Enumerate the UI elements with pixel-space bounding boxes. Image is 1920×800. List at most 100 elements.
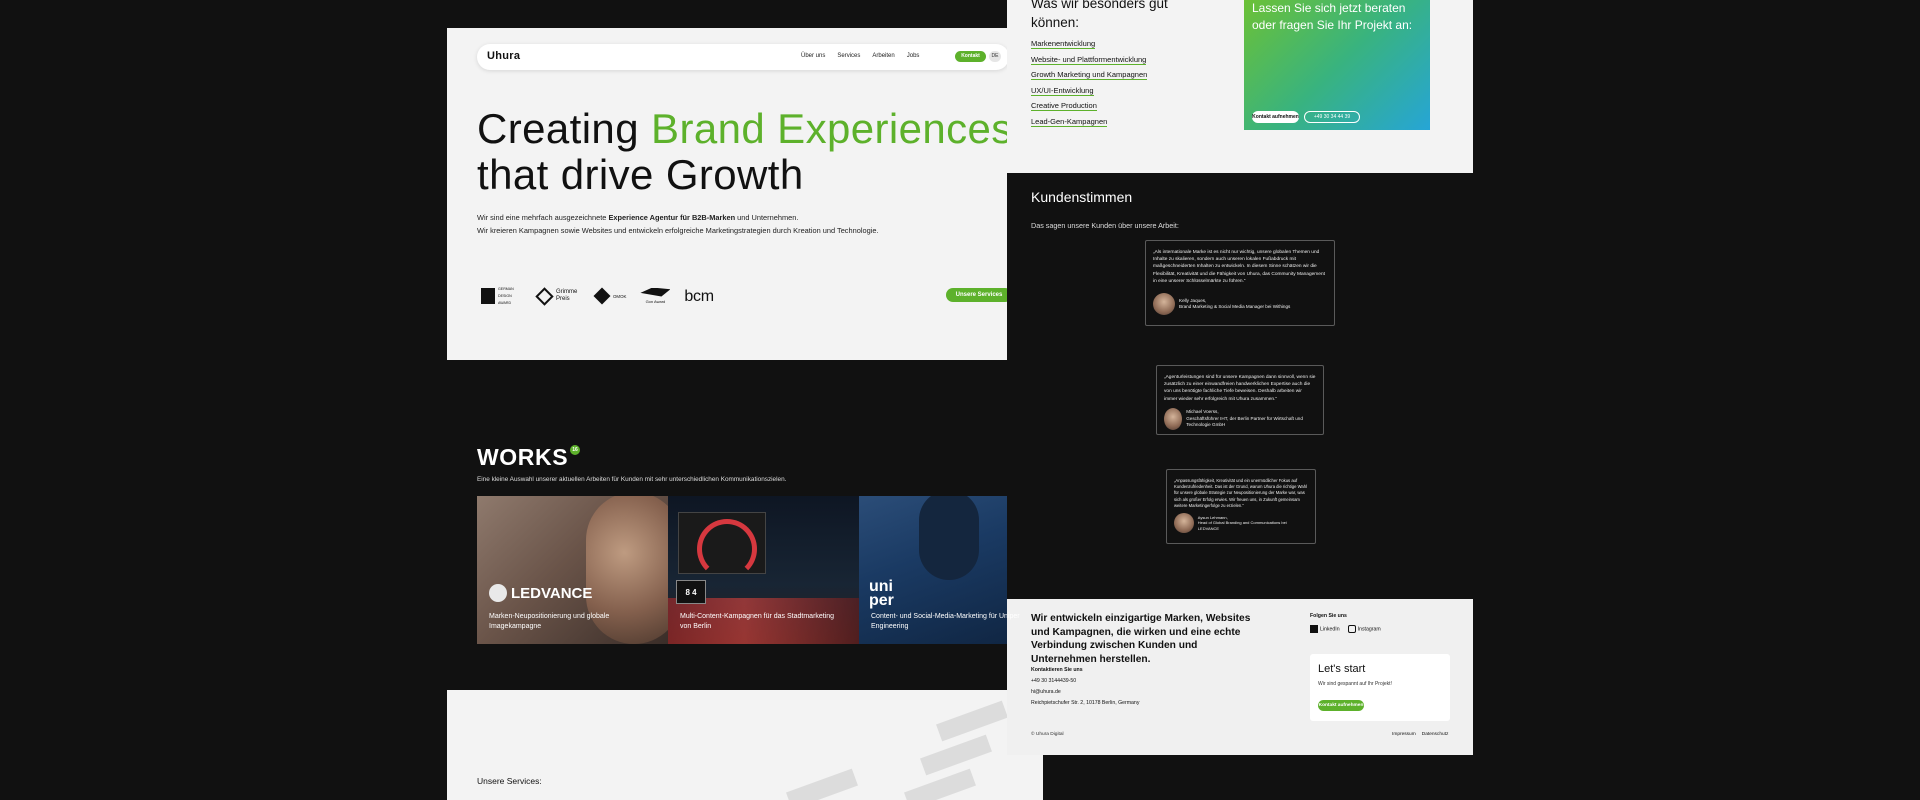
award-label: OMOK bbox=[613, 293, 627, 299]
nav-contact-button[interactable]: Kontakt bbox=[955, 51, 986, 62]
award-label: GERMAN DESIGN AWARD bbox=[498, 286, 514, 305]
linkedin-label: LinkedIn bbox=[1320, 626, 1340, 633]
testimonial-author: Kelly Jaques, Brand Marketing & Social Me… bbox=[1153, 293, 1327, 316]
instagram-label: Instagram bbox=[1357, 626, 1381, 633]
works-section: WORKS 16 Eine kleine Auswahl unserer akt… bbox=[447, 360, 1043, 690]
award-grimme: Grimme Preis bbox=[535, 286, 582, 306]
instagram-icon bbox=[1347, 625, 1356, 633]
headline-part-1: Creating bbox=[477, 105, 652, 152]
author-name: Aysun Lehmann, bbox=[1197, 514, 1228, 520]
privacy-link[interactable]: Datenschutz bbox=[1422, 732, 1449, 737]
testimonial-quote: „Als internationale Marke ist es nicht n… bbox=[1153, 250, 1325, 284]
author-role: Head of Global Branding and Communicatio… bbox=[1197, 520, 1287, 531]
intro-text-b: und Unternehmen. bbox=[735, 213, 799, 222]
testimonials-section: Kundenstimmen Das sagen unsere Kunden üb… bbox=[1007, 173, 1473, 599]
works-title: WORKS bbox=[477, 444, 569, 470]
award-logos: GERMAN DESIGN AWARD Grimme Preis OMOK Go… bbox=[481, 283, 714, 309]
capability-item[interactable]: Creative Production bbox=[1031, 98, 1147, 114]
contact-title: Kontaktieren Sie uns bbox=[1031, 667, 1083, 673]
award-german-design: GERMAN DESIGN AWARD bbox=[481, 286, 524, 307]
capabilities-title-2: können: bbox=[1031, 15, 1080, 30]
works-subtitle: Eine kleine Auswahl unserer aktuellen Ar… bbox=[477, 476, 787, 483]
ledvance-dot-icon bbox=[489, 584, 507, 602]
author-role: Geschäftsführer IHT, der Berlin Partner … bbox=[1186, 415, 1303, 428]
linkedin-link[interactable]: LinkedIn bbox=[1310, 625, 1340, 633]
testimonial-quote: „Anpassungsfähigkeit, Kreativität und ei… bbox=[1174, 478, 1307, 508]
testimonial-card: „Agenturleistungen sind für unsere Kampa… bbox=[1156, 365, 1324, 435]
capability-item[interactable]: Lead-Gen-Kampagnen bbox=[1031, 114, 1147, 130]
avatar bbox=[1153, 293, 1175, 316]
capability-item[interactable]: Markenentwicklung bbox=[1031, 36, 1147, 52]
work-card-caption: Marken-Neupositionierung und globale Ima… bbox=[489, 613, 610, 630]
lets-start-title: Let's start bbox=[1318, 663, 1366, 675]
author-role: Brand Marketing & Social Media Manager b… bbox=[1179, 304, 1291, 310]
lets-start-subtitle: Wir sind gespannt auf Ihr Projekt! bbox=[1318, 681, 1392, 687]
capability-item[interactable]: UX/UI-Entwicklung bbox=[1031, 83, 1147, 99]
language-switch[interactable]: DE bbox=[989, 51, 1001, 62]
nav-link-services[interactable]: Services bbox=[837, 53, 860, 59]
award-label: Gon Award bbox=[645, 298, 666, 304]
decorative-stripe bbox=[904, 768, 976, 800]
capabilities-list: Markenentwicklung Website- und Plattform… bbox=[1031, 36, 1148, 130]
work-card-ledvance[interactable]: LEDVANCE Marken-Neupositionierung und gl… bbox=[477, 496, 668, 644]
testimonials-title: Kundenstimmen bbox=[1031, 189, 1133, 205]
works-count-badge: 16 bbox=[570, 445, 580, 455]
services-button[interactable]: Unsere Services bbox=[946, 288, 1012, 302]
legal-links: Impressum Datenschutz bbox=[1392, 732, 1448, 737]
nav-links: Über uns Services Arbeiten Jobs bbox=[801, 53, 919, 59]
brand-logo[interactable]: Uhura bbox=[487, 50, 520, 62]
award-omok: OMOK bbox=[593, 287, 627, 305]
contact-email[interactable]: hi@uhura.de bbox=[1031, 689, 1061, 695]
hero-section: Uhura Über uns Services Arbeiten Jobs Ko… bbox=[447, 28, 1043, 360]
intro-text-bold: Experience Agentur für B2B-Marken bbox=[608, 213, 736, 222]
capability-label: UX/UI-Entwicklung bbox=[1031, 85, 1094, 96]
instagram-link[interactable]: Instagram bbox=[1347, 625, 1381, 633]
capability-label: Website- und Plattformentwicklung bbox=[1031, 54, 1147, 65]
nav-link-works[interactable]: Arbeiten bbox=[872, 53, 894, 59]
poster-image bbox=[678, 512, 766, 579]
avatar bbox=[1164, 407, 1183, 430]
decorative-stripe bbox=[786, 768, 858, 800]
headline-part-2: that drive Growth bbox=[477, 151, 804, 198]
author-info: Aysun Lehmann, Head of Global Branding an… bbox=[1198, 515, 1308, 532]
bcm-logo-icon: bcm bbox=[684, 287, 714, 305]
award-diamond-icon bbox=[535, 286, 554, 306]
hero-headline: Creating Brand Experiences that drive Gro… bbox=[477, 106, 1013, 198]
award-gon: Gon Award bbox=[640, 287, 671, 305]
capabilities-section: Was wir besonders gut können: Markenentwi… bbox=[1007, 0, 1473, 173]
capability-item[interactable]: Website- und Plattformentwicklung bbox=[1031, 52, 1147, 68]
work-card-caption: Multi-Content-Kampagnen für das Stadtmar… bbox=[680, 613, 835, 630]
consultation-card: Lassen Sie sich jetzt beraten oder fragen… bbox=[1244, 0, 1430, 130]
nav-link-about[interactable]: Über uns bbox=[801, 53, 825, 59]
date-badge: 8 4 bbox=[676, 580, 706, 604]
award-lion-icon bbox=[640, 287, 671, 297]
work-card-berlin[interactable]: 8 4 Multi-Content-Kampagnen für das Stad… bbox=[668, 496, 859, 644]
testimonial-quote: „Agenturleistungen sind für unsere Kampa… bbox=[1164, 375, 1316, 402]
consultation-line-1: Lassen Sie sich jetzt beraten bbox=[1252, 1, 1406, 15]
contact-button[interactable]: Kontakt aufnehmen bbox=[1252, 111, 1299, 123]
nav-link-jobs[interactable]: Jobs bbox=[907, 53, 920, 59]
capability-item[interactable]: Growth Marketing und Kampagnen bbox=[1031, 67, 1148, 83]
intro-text-line2: Wir kreieren Kampagnen sowie Websites un… bbox=[477, 226, 879, 235]
award-star-icon bbox=[593, 287, 611, 305]
contact-phone[interactable]: +49 30 3144439-50 bbox=[1031, 678, 1076, 684]
decorative-stripe bbox=[920, 734, 992, 776]
testimonial-card: „Als internationale Marke ist es nicht n… bbox=[1145, 240, 1335, 326]
copyright: © Uhura Digital bbox=[1031, 732, 1064, 737]
works-cards: LEDVANCE Marken-Neupositionierung und gl… bbox=[477, 496, 1043, 644]
capabilities-title-1: Was wir besonders gut bbox=[1031, 0, 1168, 11]
top-navigation: Uhura Über uns Services Arbeiten Jobs Ko… bbox=[477, 44, 1009, 70]
lets-start-button[interactable]: Kontakt aufnehmen bbox=[1318, 700, 1364, 711]
phone-button[interactable]: +49 30 34 44 39 bbox=[1304, 111, 1360, 123]
imprint-link[interactable]: Impressum bbox=[1392, 732, 1416, 737]
capability-label: Creative Production bbox=[1031, 101, 1097, 111]
avatar bbox=[1174, 513, 1194, 534]
award-shield-icon bbox=[481, 288, 495, 304]
site-footer: Wir entwickeln einzigartige Marken, Webs… bbox=[1007, 599, 1473, 755]
award-bcm: bcm bbox=[684, 287, 714, 305]
decorative-stripe bbox=[936, 700, 1008, 742]
brand-name: LEDVANCE bbox=[511, 584, 593, 602]
work-card-caption: Content- und Social-Media-Marketing für … bbox=[871, 613, 1020, 630]
author-info: Kelly Jaques, Brand Marketing & Social Me… bbox=[1179, 298, 1290, 311]
testimonial-author: Aysun Lehmann, Head of Global Branding an… bbox=[1174, 513, 1308, 534]
